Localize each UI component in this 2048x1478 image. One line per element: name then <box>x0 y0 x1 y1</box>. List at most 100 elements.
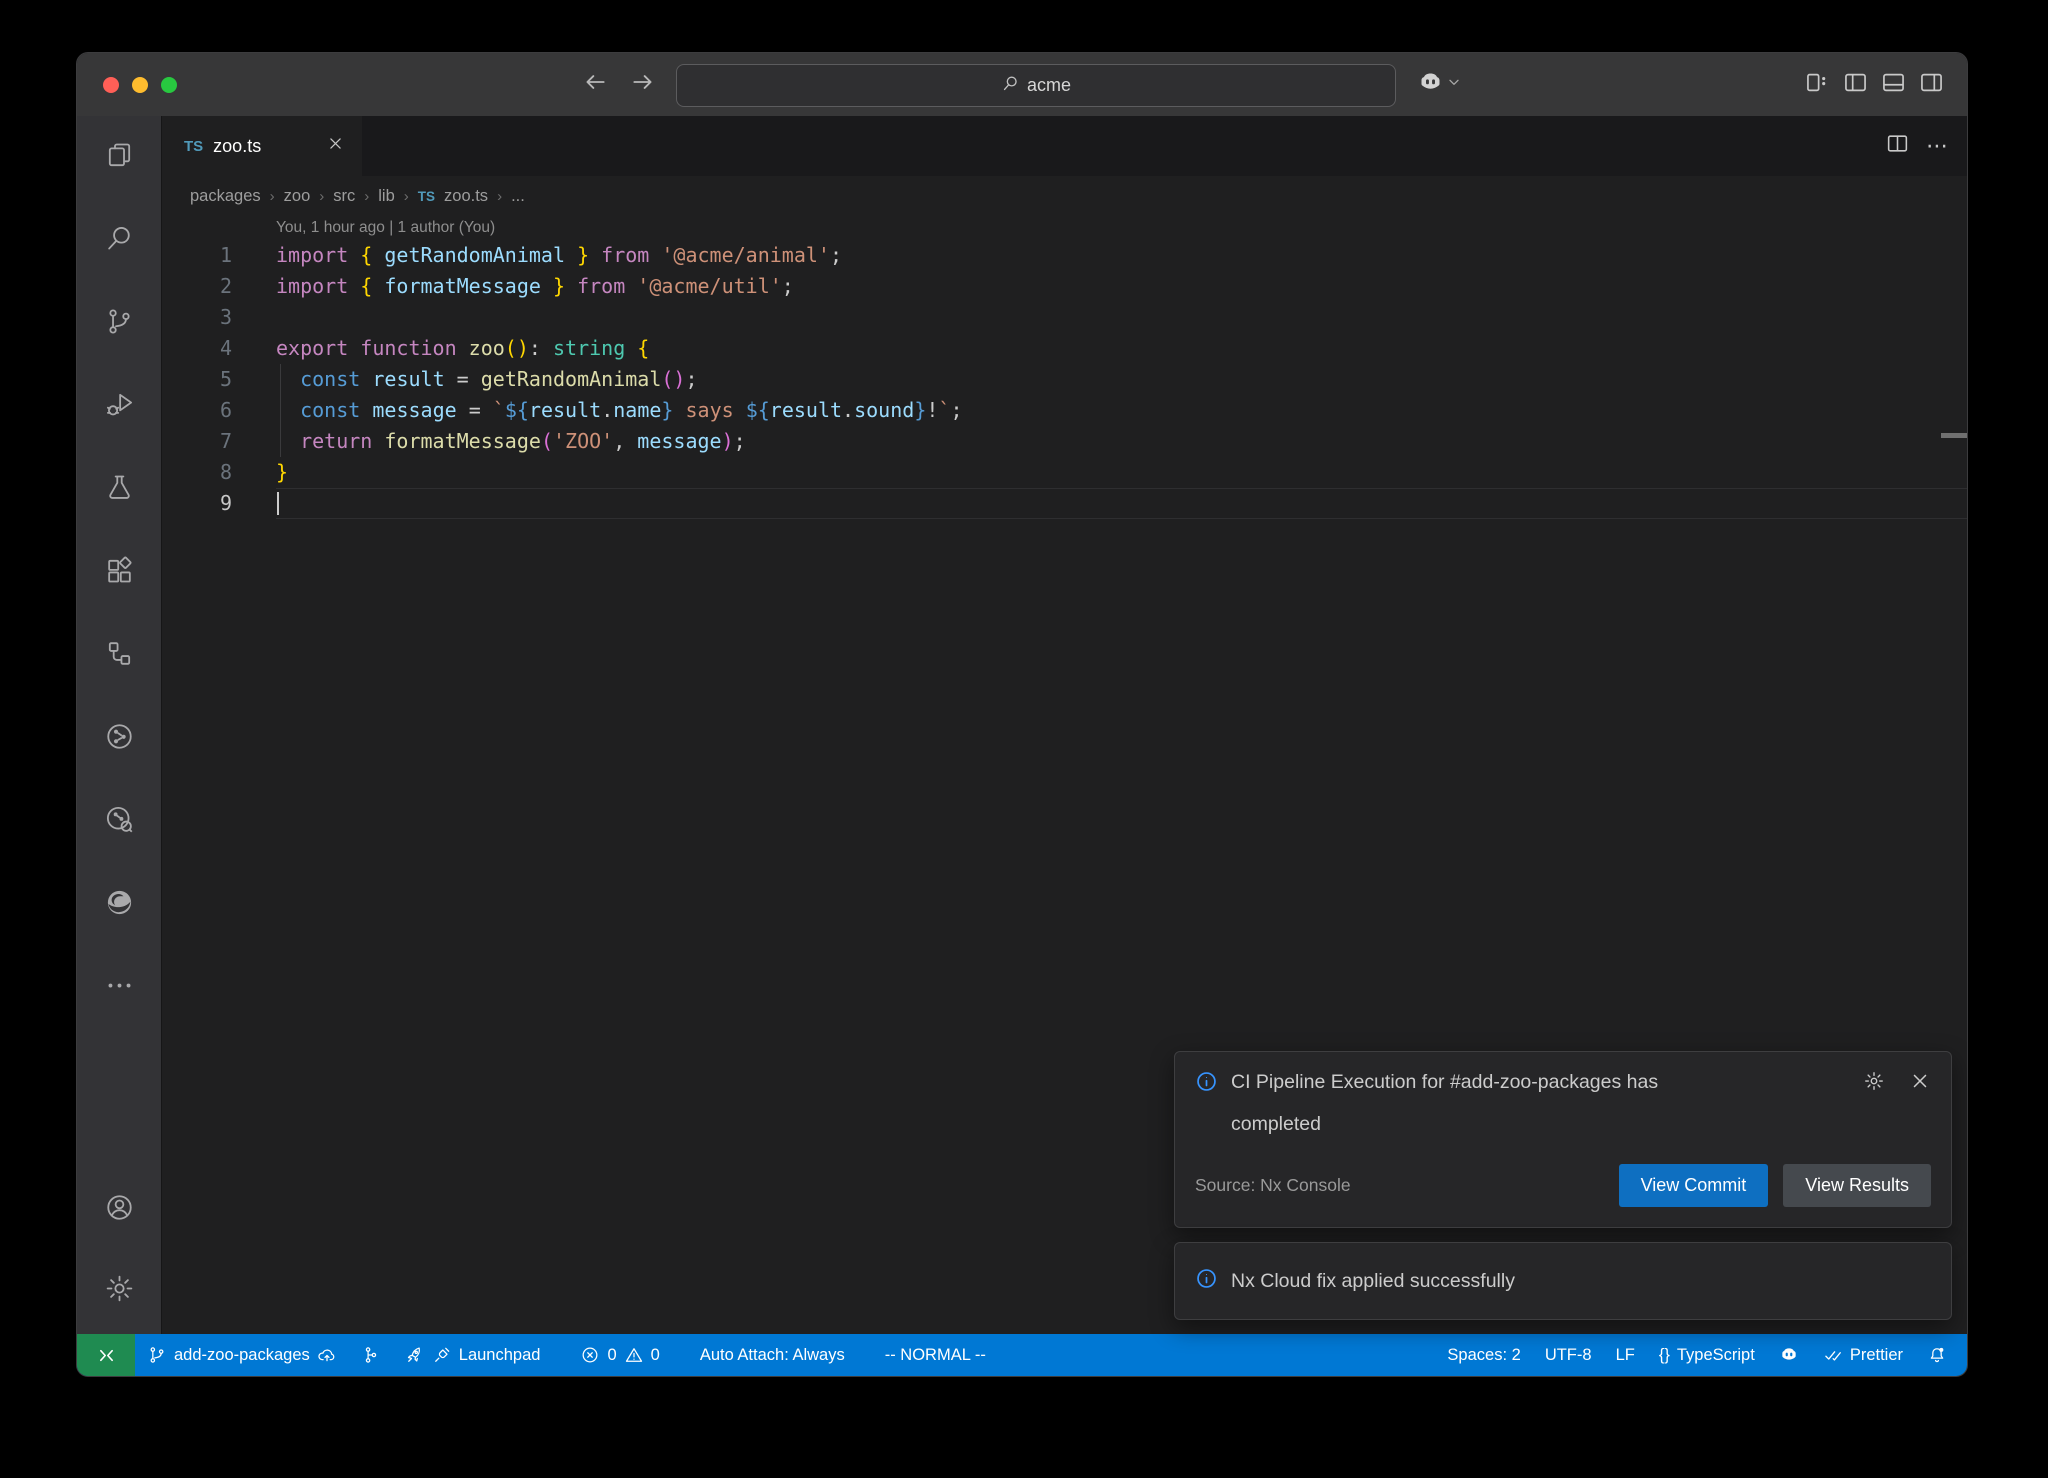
branch-name: add-zoo-packages <box>174 1346 310 1365</box>
code-lines: 1import { getRandomAnimal } from '@acme/… <box>162 240 1967 519</box>
nx-project-graph-icon[interactable] <box>104 804 135 835</box>
line-content <box>276 302 1967 333</box>
indent-guide <box>280 426 281 457</box>
more-views-icon[interactable] <box>104 970 135 1001</box>
codelens-blame[interactable]: You, 1 hour ago | 1 author (You) <box>162 216 1967 240</box>
notifications-bell-status-item[interactable] <box>1915 1334 1959 1376</box>
chevron-right-icon: › <box>319 188 324 205</box>
line-number: 7 <box>162 426 276 457</box>
code-line-8[interactable]: 8} <box>162 457 1967 488</box>
eol-status-item[interactable]: LF <box>1604 1334 1647 1376</box>
search-value: acme <box>1027 75 1071 96</box>
problems-status-item[interactable]: 0 0 <box>568 1334 671 1376</box>
line-number: 5 <box>162 364 276 395</box>
indentation-status-item[interactable]: Spaces: 2 <box>1435 1334 1532 1376</box>
run-and-debug-icon[interactable] <box>104 389 135 420</box>
double-check-icon <box>1823 1345 1843 1365</box>
tab-zoo-ts[interactable]: TS zoo.ts <box>162 116 362 176</box>
remote-indicator[interactable] <box>77 1334 135 1376</box>
typescript-file-icon: TS <box>184 138 203 155</box>
vim-mode-status-item[interactable]: -- NORMAL -- <box>873 1334 998 1376</box>
minimize-window-button[interactable] <box>132 77 148 93</box>
search-icon[interactable] <box>104 223 135 254</box>
line-content: import { getRandomAnimal } from '@acme/a… <box>276 240 1967 271</box>
line-number: 1 <box>162 240 276 271</box>
line-content: import { formatMessage } from '@acme/uti… <box>276 271 1967 302</box>
zoom-window-button[interactable] <box>161 77 177 93</box>
language-status-item[interactable]: {} TypeScript <box>1647 1334 1767 1376</box>
code-line-9[interactable]: 9 <box>162 488 1967 519</box>
tab-label: zoo.ts <box>213 136 261 157</box>
close-notification-icon[interactable] <box>1909 1070 1931 1097</box>
cloud-upload-icon <box>317 1345 337 1365</box>
code-line-4[interactable]: 4export function zoo(): string { <box>162 333 1967 364</box>
breadcrumb-item[interactable]: zoo <box>284 187 311 206</box>
breadcrumb-file[interactable]: zoo.ts <box>444 187 488 206</box>
launchpad-status-item[interactable]: Launchpad <box>393 1334 553 1376</box>
indent-guide <box>280 395 281 426</box>
close-window-button[interactable] <box>103 77 119 93</box>
code-line-7[interactable]: 7 return formatMessage('ZOO', message); <box>162 426 1967 457</box>
warning-count: 0 <box>651 1346 660 1365</box>
branch-status-item[interactable]: add-zoo-packages <box>135 1334 349 1376</box>
info-icon <box>1195 1267 1218 1295</box>
typescript-file-icon: TS <box>418 189 435 204</box>
notification-source: Source: Nx Console <box>1195 1175 1351 1196</box>
line-number: 9 <box>162 488 276 519</box>
command-center-search[interactable]: acme <box>676 64 1396 107</box>
type-hierarchy-icon[interactable] <box>104 638 135 669</box>
encoding-status-item[interactable]: UTF-8 <box>1533 1334 1604 1376</box>
testing-icon[interactable] <box>104 472 135 503</box>
auto-attach-status-item[interactable]: Auto Attach: Always <box>688 1334 857 1376</box>
toggle-primary-sidebar-icon[interactable] <box>1842 69 1869 101</box>
customize-layout-icon[interactable] <box>1804 69 1831 101</box>
copilot-icon[interactable] <box>1417 69 1444 101</box>
more-actions-icon[interactable]: ⋯ <box>1926 133 1949 159</box>
git-graph-status-item[interactable] <box>349 1334 393 1376</box>
explorer-icon[interactable] <box>104 140 135 171</box>
account-icon[interactable] <box>104 1192 135 1223</box>
view-commit-button[interactable]: View Commit <box>1619 1164 1769 1207</box>
line-content: const message = `${result.name} says ${r… <box>276 395 1967 426</box>
code-line-5[interactable]: 5 const result = getRandomAnimal(); <box>162 364 1967 395</box>
breadcrumb-item[interactable]: lib <box>378 187 395 206</box>
breadcrumb-item[interactable]: src <box>333 187 355 206</box>
chevron-down-icon[interactable] <box>1446 74 1462 95</box>
prettier-status-item[interactable]: Prettier <box>1811 1334 1915 1376</box>
info-icon <box>1195 1070 1218 1098</box>
nx-console-icon[interactable] <box>104 721 135 752</box>
remote-icon <box>96 1345 117 1366</box>
extensions-icon[interactable] <box>104 555 135 586</box>
edge-browser-icon[interactable] <box>104 887 135 918</box>
code-line-1[interactable]: 1import { getRandomAnimal } from '@acme/… <box>162 240 1967 271</box>
code-line-6[interactable]: 6 const message = `${result.name} says $… <box>162 395 1967 426</box>
notification-toast: CI Pipeline Execution for #add-zoo-packa… <box>1174 1051 1952 1228</box>
rocket-icon <box>405 1345 425 1365</box>
toggle-secondary-sidebar-icon[interactable] <box>1918 69 1945 101</box>
breadcrumb: packages› zoo› src› lib› TS zoo.ts› ... <box>162 176 1967 216</box>
bell-dot-icon <box>1927 1345 1947 1365</box>
line-number: 6 <box>162 395 276 426</box>
code-line-3[interactable]: 3 <box>162 302 1967 333</box>
close-tab-icon[interactable] <box>327 135 344 157</box>
line-content: const result = getRandomAnimal(); <box>276 364 1967 395</box>
split-editor-icon[interactable] <box>1885 131 1910 161</box>
notification-toast: Nx Cloud fix applied successfully <box>1174 1242 1952 1320</box>
breadcrumb-more[interactable]: ... <box>511 187 525 206</box>
code-line-2[interactable]: 2import { formatMessage } from '@acme/ut… <box>162 271 1967 302</box>
line-number: 2 <box>162 271 276 302</box>
copilot-icon <box>1779 1345 1799 1365</box>
toggle-panel-icon[interactable] <box>1880 69 1907 101</box>
notification-settings-gear-icon[interactable] <box>1863 1070 1885 1097</box>
view-results-button[interactable]: View Results <box>1783 1164 1931 1207</box>
overview-ruler-mark <box>1941 433 1967 438</box>
source-control-icon[interactable] <box>104 306 135 337</box>
navigate-back-icon[interactable] <box>582 69 608 100</box>
settings-gear-icon[interactable] <box>104 1273 135 1304</box>
notification-center: CI Pipeline Execution for #add-zoo-packa… <box>1174 1051 1952 1320</box>
navigate-forward-icon[interactable] <box>630 69 656 100</box>
notification-message: CI Pipeline Execution for #add-zoo-packa… <box>1231 1061 1711 1145</box>
copilot-status-item[interactable] <box>1767 1334 1811 1376</box>
breadcrumb-item[interactable]: packages <box>190 187 261 206</box>
chevron-right-icon: › <box>497 188 502 205</box>
